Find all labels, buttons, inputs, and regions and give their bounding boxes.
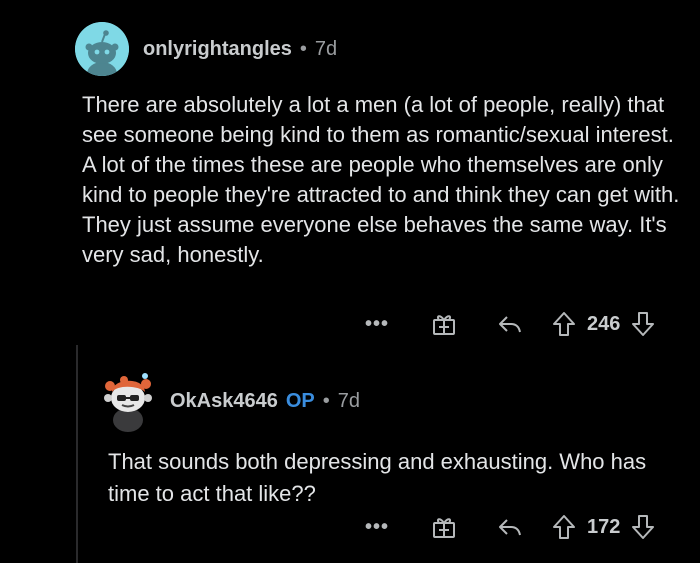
upvote-button[interactable] (551, 513, 577, 541)
award-button[interactable] (431, 311, 457, 337)
snoo-avatar-icon (75, 22, 129, 76)
separator-dot: • (299, 37, 307, 60)
reply-actions: ••• 172 (365, 513, 656, 541)
upvote-button[interactable] (551, 310, 577, 338)
reply-icon (499, 519, 521, 536)
more-options-button[interactable]: ••• (365, 516, 389, 539)
reply-header: OkAsk4646 OP • 7d (98, 366, 360, 436)
downvote-button[interactable] (630, 310, 656, 338)
downvote-button[interactable] (630, 513, 656, 541)
comment-thread: onlyrightangles • 7d There are absolutel… (0, 0, 700, 563)
comment-actions: ••• 246 (365, 310, 656, 338)
op-badge: OP (285, 389, 315, 412)
reply-age: 7d (337, 389, 361, 412)
gift-icon (433, 518, 455, 538)
award-button[interactable] (431, 514, 457, 540)
upvote-icon (553, 312, 575, 336)
reply-body: That sounds both depressing and exhausti… (108, 449, 647, 506)
reply-button[interactable] (497, 515, 523, 539)
vote-score: 172 (587, 515, 621, 538)
vote-score: 246 (587, 312, 621, 335)
comment-age: 7d (314, 37, 338, 60)
avatar[interactable] (98, 368, 158, 434)
snoo-avatar-icon (104, 373, 152, 432)
more-options-button[interactable]: ••• (365, 313, 389, 336)
username[interactable]: onlyrightangles (143, 38, 292, 61)
upvote-icon (553, 515, 575, 539)
separator-dot: • (322, 389, 330, 412)
comment-header: onlyrightangles • 7d (75, 22, 337, 76)
avatar[interactable] (75, 22, 129, 76)
downvote-icon (632, 312, 655, 336)
reply-button[interactable] (497, 312, 523, 336)
gift-icon (433, 315, 455, 335)
thread-line[interactable] (76, 345, 78, 563)
username[interactable]: OkAsk4646 (170, 390, 278, 413)
comment-body: There are absolutely a lot a men (a lot … (82, 92, 680, 267)
reply-icon (499, 316, 521, 333)
downvote-icon (632, 515, 655, 539)
